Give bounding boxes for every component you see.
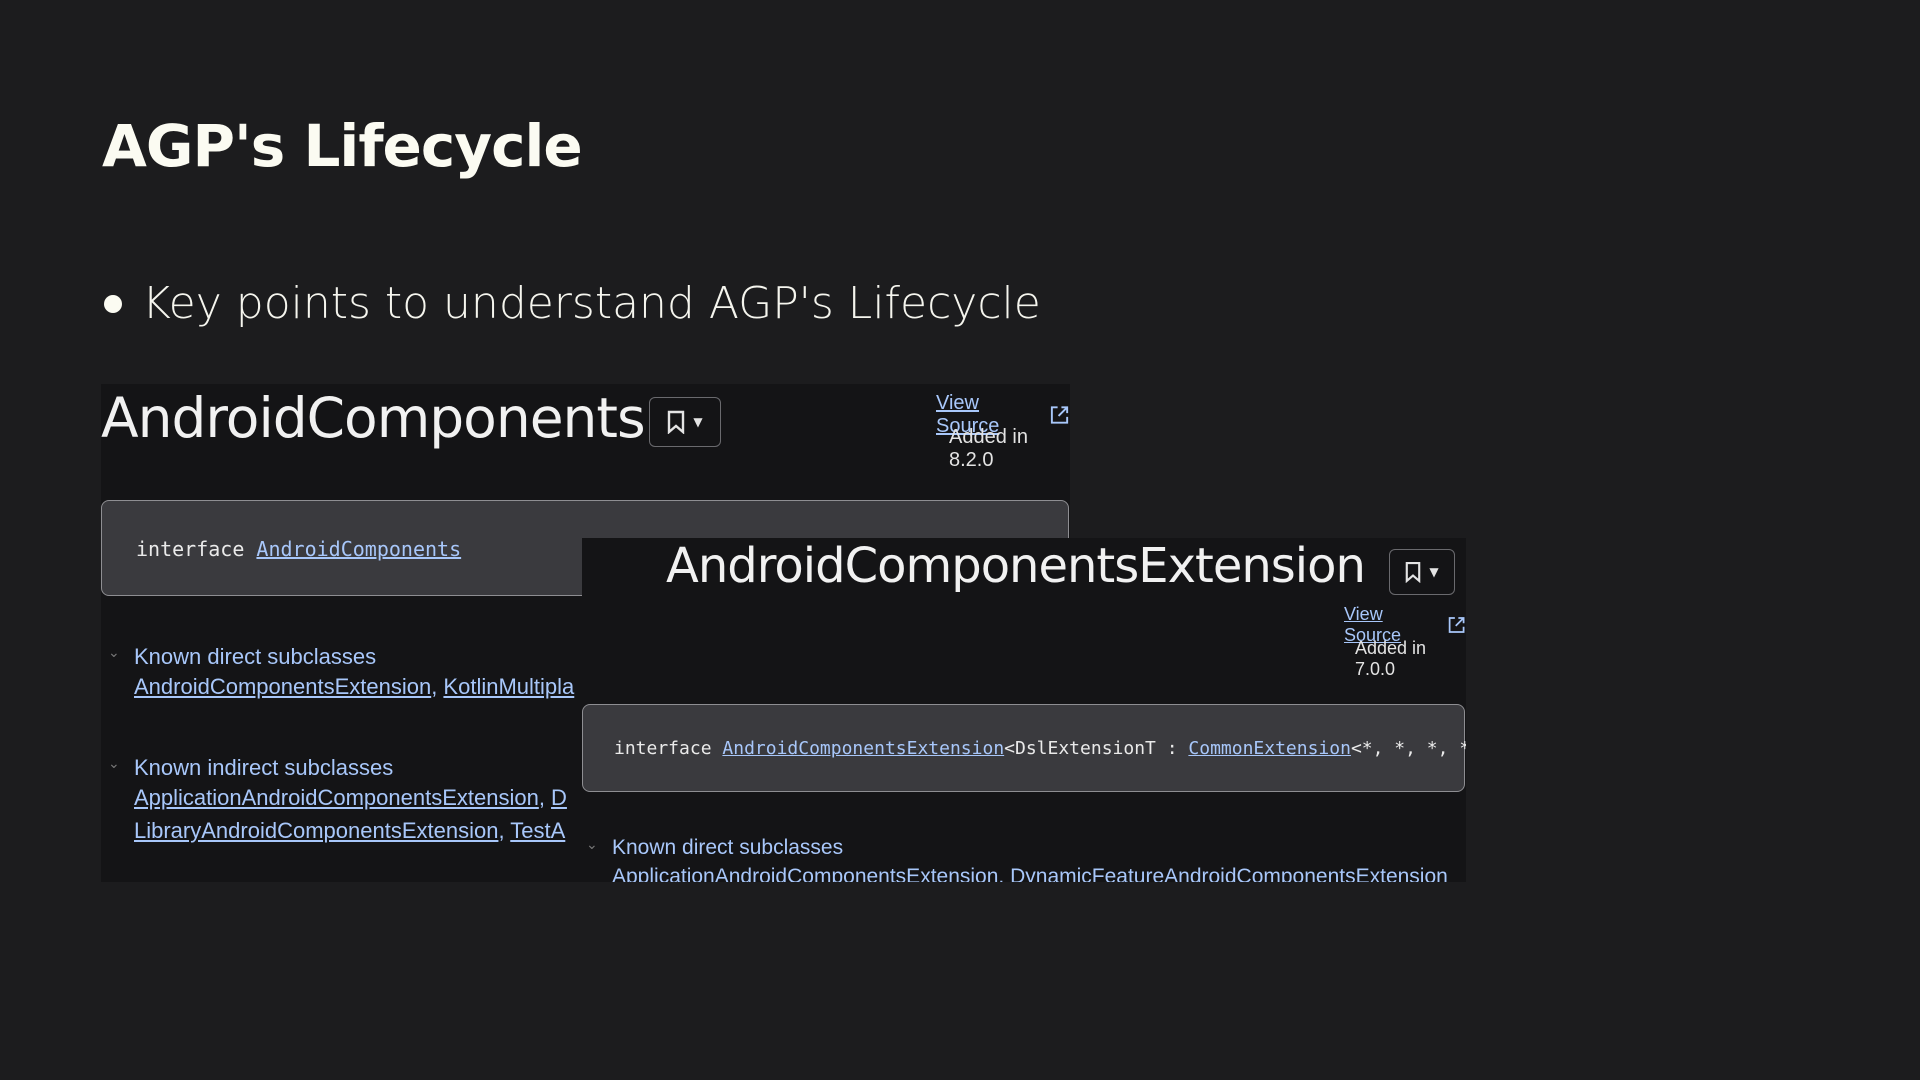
signature-class-link[interactable]: AndroidComponentsExtension [722, 738, 1004, 759]
known-indirect-subclasses: ⌄ Known indirect subclasses ApplicationA… [108, 755, 567, 847]
subclass-link[interactable]: DynamicFeatureAndroidComponentsExtension [1010, 865, 1448, 882]
signature-box: interface AndroidComponentsExtension<Dsl… [582, 704, 1466, 792]
subclass-link[interactable]: ApplicationAndroidComponentsExtension [134, 785, 539, 810]
subclass-link[interactable]: TestA [510, 818, 565, 843]
bookmark-button[interactable]: ▼ [649, 397, 721, 447]
separator: , [998, 865, 1011, 882]
known-direct-subclasses: ⌄ Known direct subclasses AndroidCompone… [108, 644, 574, 703]
signature-supertype-link[interactable]: CommonExtension [1188, 738, 1351, 759]
subclasses-header[interactable]: Known direct subclasses [134, 644, 574, 670]
bookmark-button[interactable]: ▼ [1389, 549, 1455, 595]
subclasses-header[interactable]: Known direct subclasses [612, 836, 1448, 860]
bookmark-icon [668, 410, 685, 434]
page-title: AndroidComponentsExtension [666, 538, 1366, 594]
signature-line: interface AndroidComponents [136, 537, 461, 561]
subclass-link[interactable]: AndroidComponentsExtension [134, 674, 431, 699]
chevron-down-icon[interactable]: ⌄ [586, 836, 598, 853]
caret-down-icon: ▼ [1429, 565, 1439, 579]
known-direct-subclasses: ⌄ Known direct subclasses ApplicationAnd… [586, 836, 1448, 882]
chevron-down-icon[interactable]: ⌄ [108, 644, 120, 661]
subclass-link[interactable]: LibraryAndroidComponentsExtension [134, 818, 498, 843]
subclass-link[interactable]: KotlinMultipla [443, 674, 574, 699]
signature-keyword: interface [136, 537, 245, 561]
subclass-link[interactable]: D [551, 785, 567, 810]
subclass-link[interactable]: ApplicationAndroidComponentsExtension [612, 865, 998, 882]
subclasses-links: ApplicationAndroidComponentsExtension, D… [612, 860, 1448, 882]
separator: , [538, 785, 552, 810]
page-title: AndroidComponents [101, 386, 646, 450]
signature-line: interface AndroidComponentsExtension<Dsl… [614, 738, 1466, 759]
chevron-down-icon[interactable]: ⌄ [108, 755, 120, 772]
added-version: Added in 8.2.0 [949, 426, 1028, 471]
subclasses-links: AndroidComponentsExtension, KotlinMultip… [134, 670, 574, 703]
bullet-item: Key points to understand AGP's Lifecycle [104, 278, 1041, 329]
added-version: Added in 7.0.0 [1355, 638, 1427, 679]
bullet-icon [104, 294, 122, 313]
subclasses-header[interactable]: Known indirect subclasses [134, 755, 567, 781]
open-in-new-icon [1448, 617, 1465, 633]
caret-down-icon: ▼ [693, 415, 703, 429]
signature-class-link[interactable]: AndroidComponents [256, 537, 461, 561]
subclasses-links: ApplicationAndroidComponentsExtension, D… [134, 781, 567, 847]
signature-generic: <DslExtensionT : [1004, 738, 1189, 759]
open-in-new-icon [1050, 406, 1069, 424]
separator: , [498, 818, 511, 843]
bookmark-icon [1406, 562, 1421, 583]
signature-keyword: interface [614, 738, 712, 759]
slide-title: AGP's Lifecycle [102, 112, 583, 180]
android-components-extension-doc-panel: AndroidComponentsExtension ▼ View Source… [582, 538, 1466, 882]
separator: , [431, 674, 444, 699]
bullet-text: Key points to understand AGP's Lifecycle [142, 278, 1041, 329]
signature-tail: <*, *, *, *, [1350, 738, 1466, 759]
